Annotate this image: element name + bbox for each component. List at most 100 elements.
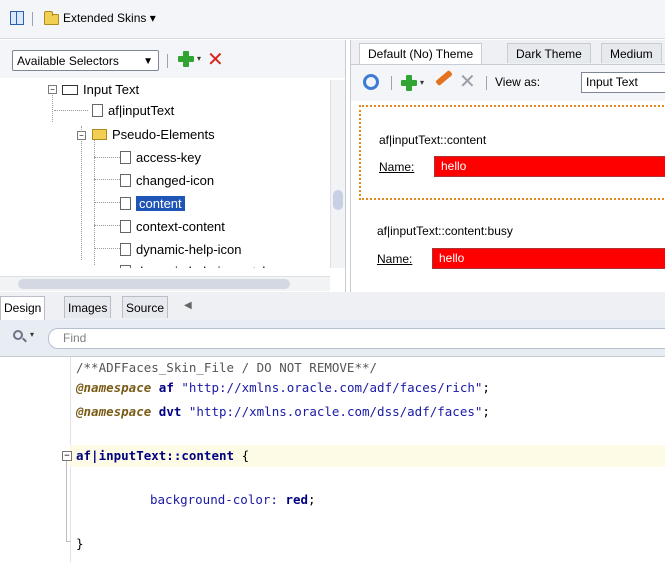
document-icon [92, 104, 103, 118]
code-line-selector: af|inputText::content { [76, 445, 249, 467]
tree-item-af-inputtext[interactable]: af|inputText [92, 101, 174, 121]
tree-item-context-content[interactable]: context-content [120, 217, 225, 237]
tab-medium-theme[interactable]: Medium [601, 43, 662, 63]
at-rule-keyword: @namespace [76, 404, 152, 419]
available-selectors-dropdown[interactable]: Available Selectors ▼ [12, 50, 159, 71]
name-label: Name: [379, 160, 415, 174]
scrollbar-thumb[interactable] [18, 279, 290, 289]
delete-icon[interactable]: ✕ [459, 72, 476, 92]
scrollbar-thumb[interactable] [333, 190, 343, 210]
name-input[interactable]: hello [432, 248, 665, 269]
tree-connector [54, 110, 88, 111]
editor-gutter [0, 357, 71, 562]
css-selector: af|inputText::content [76, 448, 235, 463]
tab-source[interactable]: Source [122, 296, 169, 318]
fold-toggle[interactable]: − [62, 451, 72, 461]
tree-item-changed-icon[interactable]: changed-icon [120, 171, 214, 191]
brace-open: { [241, 448, 250, 463]
tree-connector [94, 130, 95, 265]
folder-open-icon [92, 129, 107, 141]
preview-box-content[interactable]: af|inputText::content Name: hello [359, 105, 665, 200]
code-line-namespace-dvt: @namespace dvt "http://xmlns.oracle.com/… [76, 401, 490, 423]
refresh-icon[interactable] [363, 74, 379, 90]
toolbar-separator [391, 76, 392, 90]
selectors-toolbar: Available Selectors ▼ ▾ ✕ [0, 40, 345, 78]
toolbar-separator [486, 76, 487, 90]
tree-horizontal-scrollbar[interactable] [0, 276, 330, 291]
tree-item-input-text[interactable]: Input Text [62, 80, 139, 100]
namespace-prefix: af [158, 380, 174, 395]
document-icon [120, 197, 131, 211]
source-editor[interactable]: − /**ADFFaces_Skin_File / DO NOT REMOVE*… [0, 357, 665, 562]
find-bar: ▾ Find [0, 320, 665, 357]
skin-menu[interactable]: Extended Skins ▾ [63, 11, 156, 25]
folder-icon [44, 11, 59, 25]
delete-selector-icon[interactable]: ✕ [207, 50, 224, 70]
semicolon: ; [308, 492, 316, 507]
name-label: Name: [377, 252, 413, 266]
tree-connector [94, 157, 120, 158]
code-line-namespace-af: @namespace af "http://xmlns.oracle.com/a… [76, 377, 490, 399]
selector-tree: − Input Text af|inputText − Pseudo-Eleme… [14, 80, 332, 268]
tree-connector [94, 202, 120, 203]
tree-item-label: access-key [136, 150, 202, 165]
edit-brush-icon[interactable] [435, 69, 453, 87]
tree-connector [94, 225, 120, 226]
collapse-toggle[interactable]: − [77, 131, 86, 140]
tree-item-content[interactable]: content [120, 194, 185, 214]
tree-item-label: dynamic-help-icon [136, 242, 242, 257]
tab-design[interactable]: Design [0, 296, 46, 320]
tree-item-label: af|inputText [108, 103, 175, 118]
preview-selector-label: af|inputText::content:busy [377, 224, 513, 238]
preview-panel: Default (No) Theme Dark Theme Medium ▾ ✕… [350, 40, 665, 292]
name-input[interactable]: hello [434, 156, 665, 177]
document-icon [120, 151, 131, 165]
search-options-arrow-icon[interactable]: ▾ [30, 330, 34, 339]
tree-connector [52, 90, 53, 122]
input-text-component-icon [62, 84, 78, 95]
collapse-toggle[interactable]: − [48, 85, 57, 94]
tree-item-dynamic-help-icon-style[interactable]: dynamic-help-icon-style [120, 262, 273, 268]
add-dropdown-arrow-icon[interactable]: ▾ [420, 78, 424, 87]
namespace-url: "http://xmlns.oracle.com/dss/adf/faces" [188, 404, 483, 419]
tree-item-label: changed-icon [136, 173, 215, 188]
dropdown-arrow-icon: ▼ [143, 56, 153, 67]
theme-tabs: Default (No) Theme Dark Theme Medium [351, 40, 665, 65]
tree-item-label: context-content [136, 219, 225, 234]
tree-connector [81, 126, 82, 260]
tree-item-label: Input Text [83, 82, 140, 97]
at-rule-keyword: @namespace [76, 380, 152, 395]
semicolon: ; [482, 380, 490, 395]
scroll-left-icon[interactable]: ◀ [184, 300, 192, 311]
document-icon [120, 220, 131, 234]
selectors-panel: Available Selectors ▼ ▾ ✕ − Input Text a… [0, 40, 346, 292]
find-input[interactable]: Find [48, 328, 665, 349]
preview-box-content-busy[interactable]: af|inputText::content:busy Name: hello [359, 202, 665, 297]
document-icon [120, 265, 131, 268]
top-toolbar: Extended Skins ▾ [0, 0, 665, 39]
document-icon [120, 243, 131, 257]
tree-item-access-key[interactable]: access-key [120, 148, 201, 168]
tab-dark-theme[interactable]: Dark Theme [507, 43, 591, 63]
tree-item-dynamic-help-icon[interactable]: dynamic-help-icon [120, 240, 242, 260]
search-icon[interactable] [13, 330, 23, 340]
tree-connector [94, 179, 120, 180]
code-line-comment: /**ADFFaces_Skin_File / DO NOT REMOVE**/ [76, 360, 378, 375]
skin-menu-label: Extended Skins [63, 11, 147, 25]
tree-item-label: dynamic-help-icon-style [136, 264, 273, 268]
toolbar-separator [167, 54, 168, 68]
add-selector-icon[interactable] [178, 51, 194, 67]
document-icon [120, 174, 131, 188]
dropdown-label: Available Selectors [17, 54, 119, 68]
preview-selector-label: af|inputText::content [379, 133, 487, 147]
tab-images[interactable]: Images [64, 296, 112, 318]
toolbar-separator [32, 12, 33, 26]
tab-default-theme[interactable]: Default (No) Theme [359, 43, 483, 64]
add-dropdown-arrow-icon[interactable]: ▾ [197, 54, 201, 63]
tree-vertical-scrollbar[interactable] [330, 80, 345, 268]
add-icon[interactable] [401, 75, 417, 91]
tree-item-label: content [136, 196, 185, 211]
view-as-field[interactable]: Input Text [581, 72, 665, 93]
tree-item-pseudo-elements[interactable]: Pseudo-Elements [92, 125, 215, 145]
split-view-icon[interactable] [10, 11, 24, 25]
